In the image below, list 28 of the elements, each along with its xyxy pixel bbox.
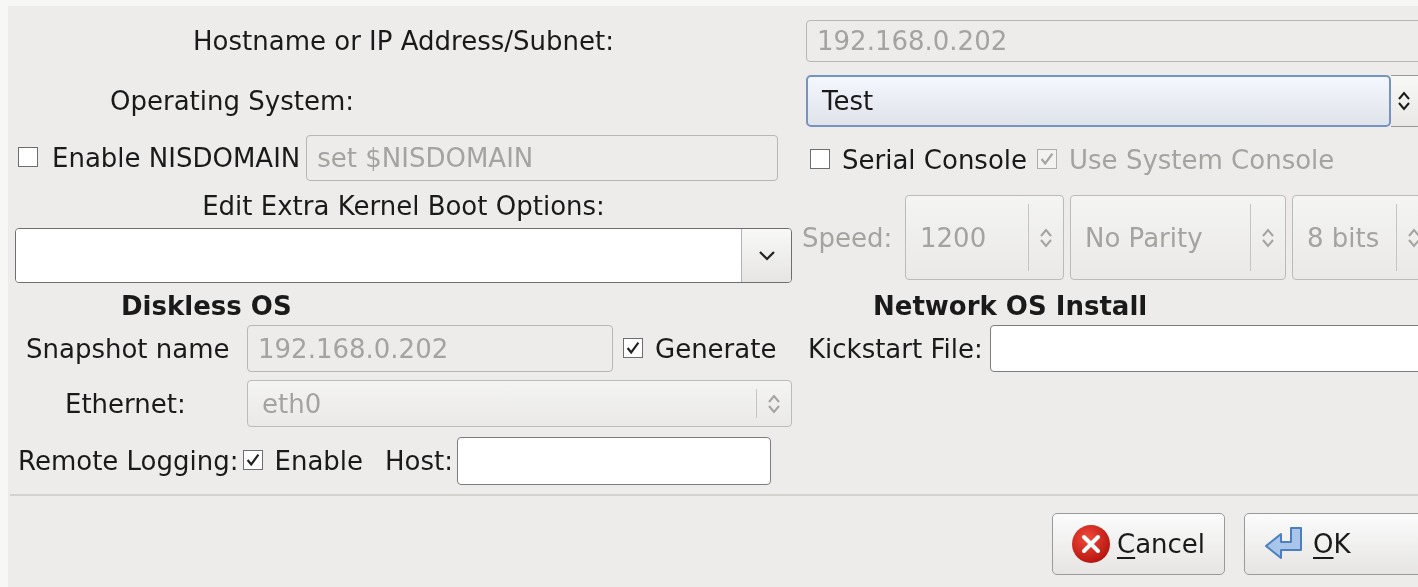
field-label: Ethernet: xyxy=(65,388,187,419)
field-label: Operating System: xyxy=(110,86,354,116)
section-heading: Network OS Install xyxy=(873,291,1148,321)
checkbox-label: Use System Console xyxy=(1069,145,1335,175)
chevron-down-icon xyxy=(758,250,775,261)
checkbox-label: Enable xyxy=(274,446,364,476)
field-label: Hostname or IP Address/Subnet: xyxy=(193,26,614,56)
checkbox-label: Serial Console xyxy=(842,145,1028,175)
checkbox-label: Enable NISDOMAIN xyxy=(52,143,301,173)
host-field[interactable] xyxy=(457,437,772,485)
section-heading: Diskless OS xyxy=(121,291,292,321)
checkbox[interactable] xyxy=(623,337,643,358)
kickstart-file-field[interactable] xyxy=(989,325,1418,372)
checkbox[interactable] xyxy=(242,450,263,470)
checkbox[interactable] xyxy=(810,149,830,169)
updown-arrows-icon xyxy=(1397,89,1411,113)
checkbox-label: Generate xyxy=(655,333,777,364)
field-label: Edit Extra Kernel Boot Options: xyxy=(202,191,605,221)
ok-button[interactable]: OK xyxy=(1244,513,1418,575)
operating-system-dropdown[interactable]: Test xyxy=(806,75,1391,127)
field-label: Snapshot name xyxy=(26,333,231,364)
field-label: Remote Logging: xyxy=(18,446,239,476)
field-label: Host: xyxy=(385,446,454,476)
cancel-button[interactable]: Cancel xyxy=(1052,513,1225,575)
kernel-options-combo-field[interactable] xyxy=(15,228,792,283)
close-circle-icon xyxy=(1071,524,1111,564)
field-label: Kickstart File: xyxy=(808,333,983,364)
field-label: Speed: xyxy=(802,222,894,253)
